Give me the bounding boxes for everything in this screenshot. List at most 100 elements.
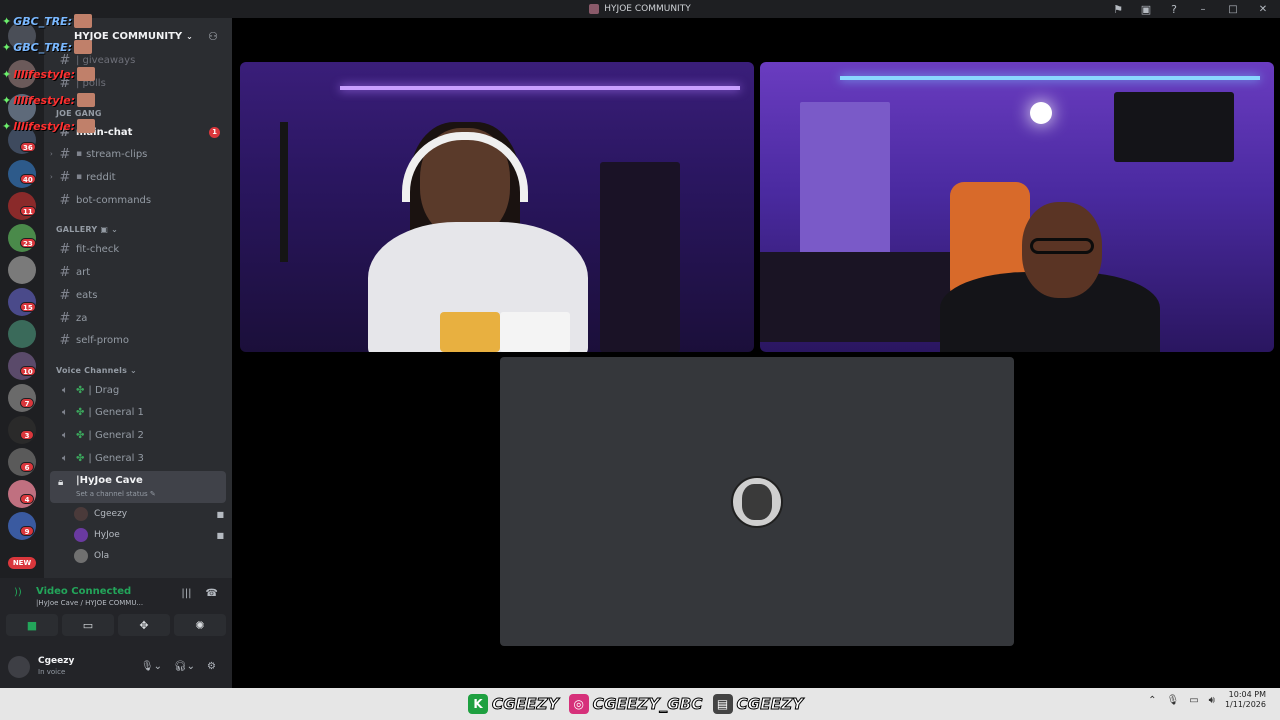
avatar-face	[742, 484, 772, 520]
avatar[interactable]	[8, 656, 30, 678]
kick-icon: K	[468, 694, 488, 714]
server-icon[interactable]	[8, 320, 36, 348]
channel-eats[interactable]: # eats	[50, 285, 226, 305]
camera-icon: ■	[216, 530, 224, 540]
voice-channel-general-1[interactable]: 🔈︎ ✤ | General 1	[50, 402, 226, 422]
channel-label: | Drag	[88, 384, 120, 396]
inbox-icon[interactable]: ▣	[1140, 3, 1152, 16]
hash-icon: #	[59, 192, 71, 208]
camera-button[interactable]: ■	[6, 614, 58, 636]
unread-badge: 10	[20, 366, 36, 376]
server-icon[interactable]	[8, 256, 36, 284]
avatar	[74, 528, 88, 542]
screen-share-button[interactable]: ▭	[62, 614, 114, 636]
channel-za[interactable]: # za	[50, 308, 226, 328]
mention-badge: 1	[209, 126, 220, 138]
voice-member[interactable]: HyJoe ■	[74, 526, 224, 544]
gear-icon[interactable]: ⚙	[207, 661, 216, 672]
emote-icon	[74, 14, 93, 28]
voice-channel-general-3[interactable]: 🔈︎ ✤ | General 3	[50, 448, 226, 468]
member-name: Ola	[94, 551, 110, 561]
hash-icon: #	[59, 287, 71, 303]
volume-icon[interactable]: 🔊︎	[1209, 695, 1215, 706]
user-status: In voice	[38, 668, 66, 676]
emote-icon	[77, 67, 96, 81]
server-icon	[589, 4, 600, 14]
sparkle-icon: ✦	[2, 14, 12, 28]
channel-bot-commands[interactable]: # bot-commands	[50, 190, 226, 210]
lamp	[1030, 102, 1052, 124]
member-name: Cgeezy	[94, 509, 128, 519]
led-strip	[340, 86, 740, 90]
set-channel-status[interactable]: Set a channel status ✎	[76, 490, 156, 498]
hash-icon: #	[59, 241, 71, 257]
glasses-icon	[1030, 238, 1094, 254]
add-member-icon[interactable]: ⚇	[208, 30, 218, 43]
chevron-down-icon: ⌄	[130, 366, 137, 375]
minimize-button[interactable]: –	[1196, 4, 1210, 15]
active-voice-channel[interactable]: 🔒︎ |HyJoe Cave Set a channel status ✎	[50, 471, 226, 503]
voice-member[interactable]: Cgeezy ■	[74, 505, 224, 523]
taskbar: K CGEEZY ◎ CGEEZY_GBC ▤ CGEEZY ⌃ 🎙︎ ▭ 🔊︎…	[0, 688, 1280, 720]
microphone-icon[interactable]: 🎙︎	[1167, 695, 1180, 706]
username[interactable]: Cgeezy	[38, 656, 74, 666]
chat-line: ✦ GBC_TRE:	[2, 14, 93, 28]
led-strip	[840, 76, 1260, 80]
twitch-icon: ▤	[712, 694, 733, 714]
system-tray: ⌃ 🎙︎ ▭ 🔊︎ 10:04 PM 1/11/2026	[1148, 690, 1266, 710]
member-name: HyJoe	[94, 530, 120, 540]
chevron-up-icon[interactable]: ⌃	[1148, 695, 1156, 706]
channel-art[interactable]: # art	[50, 262, 226, 282]
channel-label: stream-clips	[86, 148, 148, 160]
disconnect-icon[interactable]: ☎	[206, 588, 218, 599]
channel-label: | General 1	[88, 406, 144, 418]
channel-label: | giveaways	[76, 54, 136, 66]
microphone-icon[interactable]: 🎙︎⌄	[141, 661, 162, 672]
activities-button[interactable]: ✥	[118, 614, 170, 636]
flag-icon[interactable]: ⚑	[1112, 3, 1124, 16]
sparkle-icon: ✦	[2, 67, 12, 81]
voice-channel-drag[interactable]: 🔈︎ ✤ | Drag	[50, 380, 226, 400]
title-bar-actions: ⚑ ▣ ? – □ ✕	[1112, 0, 1270, 18]
voice-actions: ||| ☎	[181, 588, 218, 599]
video-tile[interactable]	[760, 62, 1274, 352]
unread-badge: 4	[20, 494, 34, 504]
hash-icon: #	[59, 264, 71, 280]
status-label: Set a channel status	[76, 490, 148, 498]
audio-only-tile[interactable]	[500, 357, 1014, 646]
chat-user: lllifestyle:	[13, 119, 76, 133]
headphones-icon[interactable]: 🎧︎⌄	[174, 661, 195, 672]
voice-member[interactable]: Ola	[74, 547, 224, 565]
unread-badge: 40	[20, 174, 36, 184]
clover-icon: ✤	[76, 429, 85, 441]
video-stage	[232, 18, 1280, 688]
noise-suppression-icon[interactable]: |||	[181, 588, 191, 599]
channel-fit-check[interactable]: # fit-check	[50, 239, 226, 259]
voice-location[interactable]: |HyJoe Cave / HYJOE COMMU...	[36, 599, 160, 607]
lock-icon: 🔒︎	[58, 477, 64, 488]
channel-self-promo[interactable]: # self-promo	[50, 330, 226, 350]
maximize-button[interactable]: □	[1226, 4, 1240, 15]
channel-label: self-promo	[76, 334, 129, 346]
channel-reddit[interactable]: › # ▪ reddit	[50, 167, 226, 187]
channel-stream-clips[interactable]: › # ▪ stream-clips	[50, 144, 226, 164]
hash-icon: #	[59, 310, 71, 326]
thread-caret-icon: ›	[50, 150, 53, 158]
voice-status[interactable]: Video Connected	[36, 586, 131, 597]
signal-icon[interactable]: ))	[14, 587, 22, 598]
speaker-icon: 🔈︎	[62, 384, 68, 396]
emote-icon	[74, 40, 93, 54]
category-joe-gang[interactable]: JOE GANG	[56, 109, 102, 118]
help-icon[interactable]: ?	[1168, 3, 1180, 16]
unread-badge: 3	[20, 430, 34, 440]
food-box	[500, 312, 570, 352]
soundboard-button[interactable]: ✺	[174, 614, 226, 636]
video-tile[interactable]	[240, 62, 754, 352]
voice-channel-general-2[interactable]: 🔈︎ ✤ | General 2	[50, 425, 226, 445]
clock[interactable]: 10:04 PM 1/11/2026	[1225, 690, 1266, 710]
display-icon[interactable]: ▭	[1189, 695, 1198, 706]
category-voice-channels[interactable]: Voice Channels ⌄	[56, 366, 137, 375]
close-button[interactable]: ✕	[1256, 4, 1270, 15]
category-gallery[interactable]: GALLERY ▣ ⌄	[56, 225, 118, 234]
speaker-icon: 🔈︎	[62, 452, 68, 464]
